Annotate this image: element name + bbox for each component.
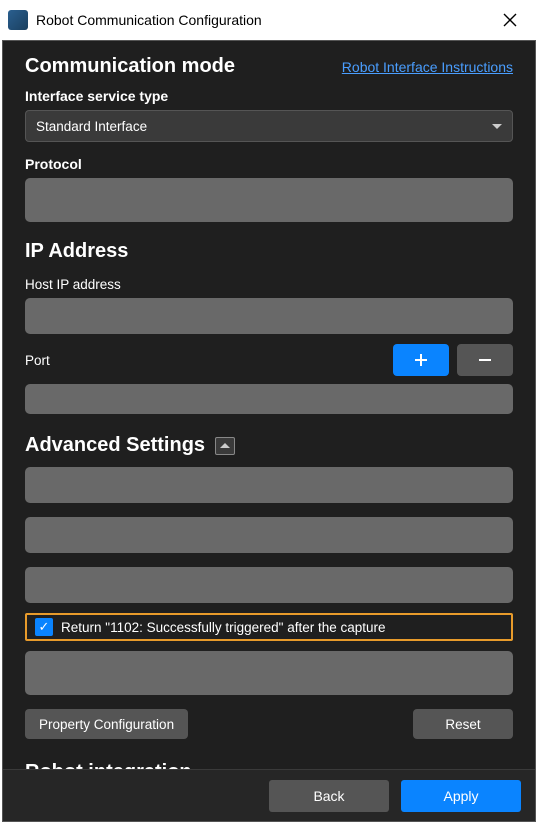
host-ip-field[interactable] xyxy=(25,298,513,334)
window: Robot Communication Configuration Commun… xyxy=(0,0,538,824)
add-port-button[interactable] xyxy=(393,344,449,376)
reset-button[interactable]: Reset xyxy=(413,709,513,739)
port-label: Port xyxy=(25,353,385,368)
return-trigger-row: ✓ Return "1102: Successfully triggered" … xyxy=(25,613,513,641)
return-trigger-label: Return "1102: Successfully triggered" af… xyxy=(61,620,386,635)
remove-port-button[interactable] xyxy=(457,344,513,376)
back-button[interactable]: Back xyxy=(269,780,389,812)
protocol-field[interactable] xyxy=(25,178,513,222)
close-icon xyxy=(503,13,517,27)
advanced-header: Advanced Settings xyxy=(25,434,513,457)
communication-heading: Communication mode xyxy=(25,55,235,78)
footer: Back Apply xyxy=(3,769,535,821)
ip-heading: IP Address xyxy=(25,240,513,263)
advanced-field-2[interactable] xyxy=(25,517,513,553)
robot-interface-instructions-link[interactable]: Robot Interface Instructions xyxy=(342,59,513,75)
return-trigger-checkbox[interactable]: ✓ xyxy=(35,618,53,636)
advanced-heading: Advanced Settings xyxy=(25,434,205,457)
host-ip-label: Host IP address xyxy=(25,277,513,292)
robot-integration-heading: Robot integration xyxy=(25,761,513,769)
port-field[interactable] xyxy=(25,384,513,414)
port-row: Port xyxy=(25,344,513,376)
scroll-area[interactable]: Communication mode Robot Interface Instr… xyxy=(3,41,535,769)
minus-icon xyxy=(477,352,493,368)
property-configuration-button[interactable]: Property Configuration xyxy=(25,709,188,739)
app-icon xyxy=(8,10,28,30)
advanced-collapse-button[interactable] xyxy=(215,437,235,455)
window-title: Robot Communication Configuration xyxy=(36,12,494,28)
interface-type-value: Standard Interface xyxy=(36,119,147,134)
advanced-field-4[interactable] xyxy=(25,651,513,695)
chevron-down-icon xyxy=(492,124,502,129)
protocol-label: Protocol xyxy=(25,156,513,172)
advanced-field-3[interactable] xyxy=(25,567,513,603)
interface-type-label: Interface service type xyxy=(25,88,513,104)
chevron-up-icon xyxy=(220,443,230,448)
advanced-button-row: Property Configuration Reset xyxy=(25,709,513,739)
content: Communication mode Robot Interface Instr… xyxy=(2,40,536,822)
titlebar: Robot Communication Configuration xyxy=(0,0,538,40)
advanced-field-1[interactable] xyxy=(25,467,513,503)
apply-button[interactable]: Apply xyxy=(401,780,521,812)
close-button[interactable] xyxy=(494,4,526,36)
communication-header-row: Communication mode Robot Interface Instr… xyxy=(25,55,513,78)
plus-icon xyxy=(413,352,429,368)
interface-type-select[interactable]: Standard Interface xyxy=(25,110,513,142)
